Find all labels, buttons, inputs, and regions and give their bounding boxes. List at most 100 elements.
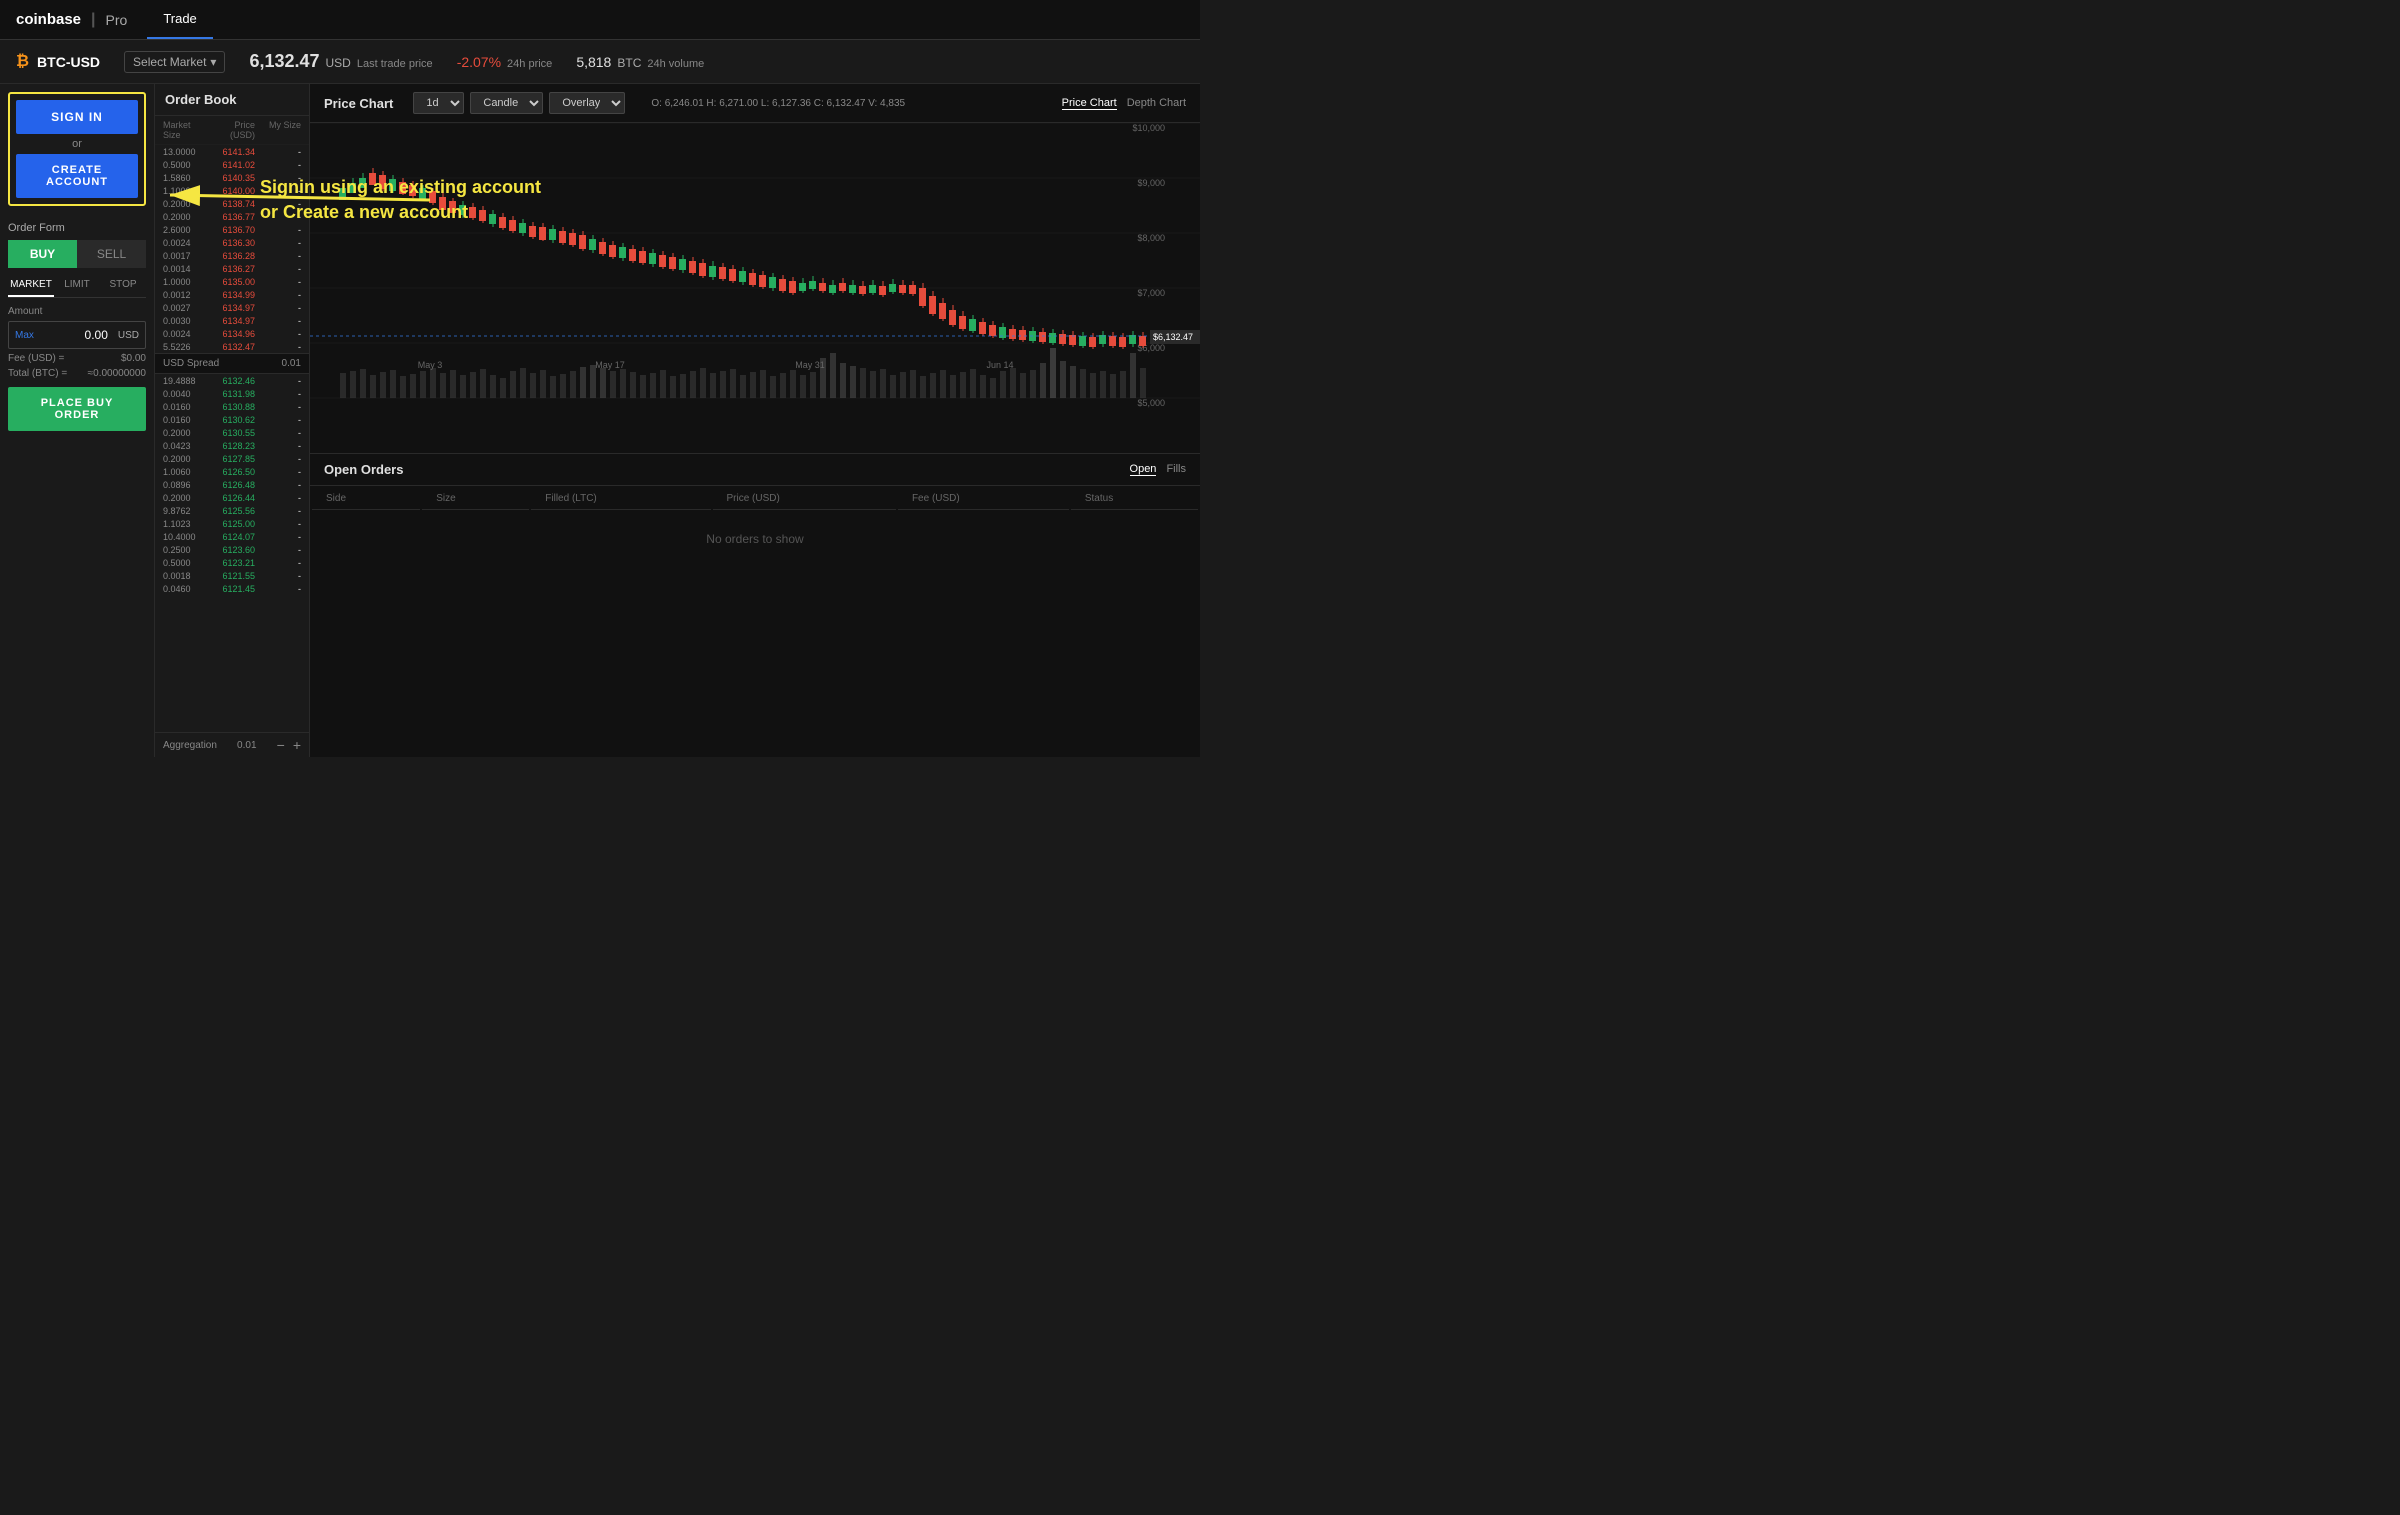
spread-value: 0.01 [282, 358, 301, 369]
select-market-dropdown[interactable]: Select Market ▾ [124, 51, 225, 73]
bid-price: 6130.62 [209, 415, 255, 425]
ask-my-size: - [255, 160, 301, 170]
bid-size: 0.0018 [163, 571, 209, 581]
bid-price: 6126.48 [209, 480, 255, 490]
ask-size: 13.0000 [163, 147, 209, 157]
place-order-button[interactable]: PLACE BUY ORDER [8, 387, 146, 431]
open-orders-header: Open Orders Open Fills [310, 454, 1200, 486]
svg-text:May 3: May 3 [418, 360, 443, 370]
bid-size: 0.0423 [163, 441, 209, 451]
buy-tab[interactable]: BUY [8, 240, 77, 268]
ask-row: 0.2000 6136.77 - [155, 210, 309, 223]
open-orders-tabs: Open Fills [1130, 463, 1186, 476]
sell-tab[interactable]: SELL [77, 240, 146, 268]
ticker-change-group: -2.07% 24h price [457, 54, 553, 70]
total-row: Total (BTC) = ≈0.00000000 [8, 368, 146, 379]
bid-size: 0.2000 [163, 428, 209, 438]
nav-tabs: Trade [147, 0, 212, 39]
bid-price: 6125.00 [209, 519, 255, 529]
bid-row: 0.0040 6131.98 - [155, 387, 309, 400]
svg-text:$7,000: $7,000 [1137, 288, 1165, 298]
bid-my-size: - [255, 441, 301, 451]
ask-size: 0.2000 [163, 212, 209, 222]
signin-button[interactable]: SIGN IN [16, 100, 138, 134]
bid-my-size: - [255, 480, 301, 490]
bid-my-size: - [255, 519, 301, 529]
nav-tab-trade[interactable]: Trade [147, 0, 212, 39]
svg-text:$10,000: $10,000 [1132, 123, 1165, 133]
bid-price: 6121.45 [209, 584, 255, 594]
bid-row: 9.8762 6125.56 - [155, 504, 309, 517]
ask-price: 6141.02 [209, 160, 255, 170]
ask-row: 0.0024 6134.96 - [155, 327, 309, 340]
bid-size: 0.2000 [163, 493, 209, 503]
no-orders-message: No orders to show [312, 512, 1198, 566]
order-type-tabs: MARKET LIMIT STOP [8, 274, 146, 298]
bid-row: 1.1023 6125.00 - [155, 517, 309, 530]
bid-rows: 19.4888 6132.46 - 0.0040 6131.98 - 0.016… [155, 374, 309, 595]
svg-text:$9,000: $9,000 [1137, 178, 1165, 188]
amount-label: Amount [8, 306, 146, 317]
bid-price: 6132.46 [209, 376, 255, 386]
amount-input[interactable] [40, 322, 112, 348]
oo-tab-fills[interactable]: Fills [1166, 463, 1186, 476]
bid-price: 6123.21 [209, 558, 255, 568]
ask-size: 0.0030 [163, 316, 209, 326]
bid-price: 6125.56 [209, 506, 255, 516]
bid-row: 0.5000 6123.21 - [155, 556, 309, 569]
ticker-bar: ₿ BTC-USD Select Market ▾ 6,132.47 USD L… [0, 40, 1200, 84]
ticker-volume-group: 5,818 BTC 24h volume [576, 54, 704, 70]
fee-value: $0.00 [121, 353, 146, 364]
ask-price: 6134.97 [209, 303, 255, 313]
bid-price: 6124.07 [209, 532, 255, 542]
order-book: Order Book Market Size Price (USD) My Si… [155, 84, 310, 757]
ask-price: 6134.99 [209, 290, 255, 300]
ask-row: 5.5226 6132.47 - [155, 340, 309, 353]
logo: coinbase | Pro [16, 11, 127, 29]
orders-table: Side Size Filled (LTC) Price (USD) Fee (… [310, 486, 1200, 568]
max-link[interactable]: Max [9, 324, 40, 347]
spread-label: USD Spread [163, 358, 219, 369]
bid-my-size: - [255, 571, 301, 581]
order-type-limit[interactable]: LIMIT [54, 274, 100, 297]
chart-title: Price Chart [324, 96, 393, 111]
oo-tab-open[interactable]: Open [1130, 463, 1157, 476]
ask-row: 0.0017 6136.28 - [155, 249, 309, 262]
col-filled: Filled (LTC) [531, 488, 710, 510]
ask-my-size: - [255, 264, 301, 274]
bid-my-size: - [255, 415, 301, 425]
overlay-select[interactable]: Overlay [549, 92, 625, 114]
ask-row: 0.0012 6134.99 - [155, 288, 309, 301]
order-type-stop[interactable]: STOP [100, 274, 146, 297]
ask-my-size: - [255, 277, 301, 287]
ask-price: 6134.96 [209, 329, 255, 339]
order-form: Order Form BUY SELL MARKET LIMIT STOP Am… [8, 214, 146, 431]
total-label: Total (BTC) = [8, 368, 67, 379]
bid-my-size: - [255, 376, 301, 386]
logo-pro: Pro [106, 12, 128, 28]
chart-ohlcv: O: 6,246.01 H: 6,271.00 L: 6,127.36 C: 6… [651, 98, 905, 109]
create-account-button[interactable]: CREATE ACCOUNT [16, 154, 138, 198]
bid-row: 10.4000 6124.07 - [155, 530, 309, 543]
ask-price: 6132.47 [209, 342, 255, 352]
svg-text:May 17: May 17 [595, 360, 625, 370]
logo-coinbase: coinbase [16, 11, 81, 28]
chart-tab-price[interactable]: Price Chart [1062, 97, 1117, 110]
bid-price: 6131.98 [209, 389, 255, 399]
ask-row: 13.0000 6141.34 - [155, 145, 309, 158]
col-fee: Fee (USD) [898, 488, 1069, 510]
bid-row: 0.2000 6130.55 - [155, 426, 309, 439]
bid-price: 6130.88 [209, 402, 255, 412]
chart-type-select[interactable]: Candle [470, 92, 543, 114]
bid-size: 0.0040 [163, 389, 209, 399]
agg-plus-button[interactable]: + [293, 737, 301, 753]
col-status: Status [1071, 488, 1198, 510]
chart-tab-depth[interactable]: Depth Chart [1127, 97, 1186, 110]
amount-input-row: Max USD [8, 321, 146, 349]
timeframe-select[interactable]: 1d [413, 92, 464, 114]
aggregation-row: Aggregation 0.01 − + [155, 732, 309, 757]
order-type-market[interactable]: MARKET [8, 274, 54, 297]
ask-my-size: - [255, 173, 301, 183]
agg-minus-button[interactable]: − [277, 737, 285, 753]
bid-my-size: - [255, 467, 301, 477]
